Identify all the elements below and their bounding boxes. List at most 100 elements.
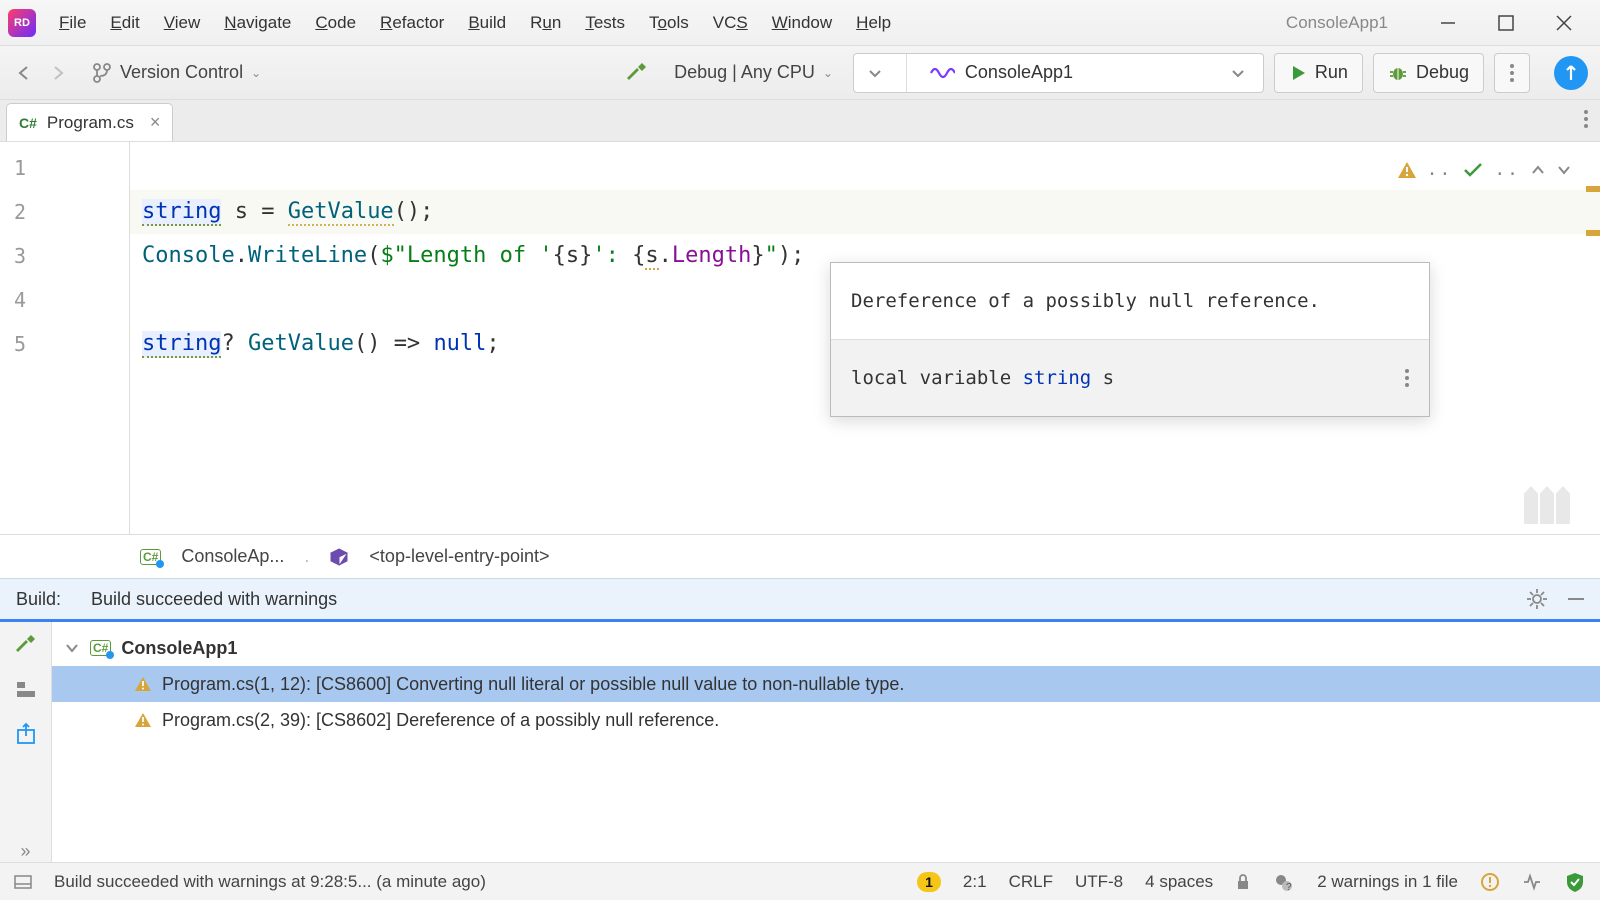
layout-icon[interactable] xyxy=(14,678,38,702)
notification-badge[interactable]: 1 xyxy=(917,872,941,892)
menu-refactor[interactable]: Refactor xyxy=(369,9,455,37)
chevron-down-icon: ⌄ xyxy=(823,66,833,80)
config-label: Debug | Any CPU xyxy=(674,62,815,83)
line-ending[interactable]: CRLF xyxy=(1009,872,1053,892)
run-config-chevron[interactable] xyxy=(854,54,896,92)
debug-button[interactable]: Debug xyxy=(1373,53,1484,93)
gear-icon[interactable] xyxy=(1526,588,1548,610)
more-actions-button[interactable] xyxy=(1494,53,1530,93)
pulse-icon[interactable] xyxy=(1522,872,1542,892)
chevron-down-icon[interactable] xyxy=(1556,162,1572,178)
inspect-icon[interactable]: ? xyxy=(1273,872,1295,892)
vcs-label: Version Control xyxy=(120,62,243,83)
menu-code[interactable]: Code xyxy=(304,9,367,37)
chevron-down-icon[interactable] xyxy=(1217,54,1259,92)
tab-program-cs[interactable]: C# Program.cs × xyxy=(6,103,173,141)
chevron-down-icon: ⌄ xyxy=(251,66,261,80)
file-encoding[interactable]: UTF-8 xyxy=(1075,872,1123,892)
pencils-icon[interactable] xyxy=(1524,486,1570,524)
build-button[interactable] xyxy=(624,60,650,86)
run-button[interactable]: Run xyxy=(1274,53,1363,93)
status-message: Build succeeded with warnings at 9:28:5.… xyxy=(54,872,486,892)
lock-icon[interactable] xyxy=(1235,873,1251,891)
menu-vcs[interactable]: VCS xyxy=(702,9,759,37)
menu-window[interactable]: Window xyxy=(761,9,843,37)
cursor-position[interactable]: 2:1 xyxy=(963,872,987,892)
close-button[interactable] xyxy=(1536,0,1592,46)
line-number: 5 xyxy=(0,322,129,366)
line-number: 4 xyxy=(0,278,129,322)
crumb-entry[interactable]: <top-level-entry-point> xyxy=(369,546,549,567)
play-icon xyxy=(1289,64,1307,82)
editor: 1 2 3 4 5 string s = GetValue(); Console… xyxy=(0,142,1600,534)
ellipsis-icon: .. xyxy=(1427,148,1453,192)
csharp-project-icon: C# xyxy=(90,640,111,656)
build-message-row[interactable]: Program.cs(1, 12): [CS8600] Converting n… xyxy=(52,666,1600,702)
line-number: 1 xyxy=(0,146,129,190)
inspection-tooltip: Dereference of a possibly null reference… xyxy=(830,262,1430,417)
chevron-down-icon xyxy=(64,640,80,656)
expand-icon[interactable]: » xyxy=(20,841,30,862)
indent-setting[interactable]: 4 spaces xyxy=(1145,872,1213,892)
run-label: Run xyxy=(1315,62,1348,83)
build-message-row[interactable]: Program.cs(2, 39): [CS8602] Dereference … xyxy=(52,702,1600,738)
build-sidebar: » xyxy=(0,622,52,862)
tooltip-kind: local variable xyxy=(851,367,1023,389)
nav-forward-button[interactable] xyxy=(46,61,70,85)
csharp-file-icon: C# xyxy=(140,549,161,565)
menu-help[interactable]: Help xyxy=(845,9,902,37)
code-area[interactable]: string s = GetValue(); Console.WriteLine… xyxy=(130,142,1600,534)
debug-label: Debug xyxy=(1416,62,1469,83)
window-title: ConsoleApp1 xyxy=(1286,13,1388,33)
csharp-icon: C# xyxy=(19,115,37,131)
tab-label: Program.cs xyxy=(47,113,134,133)
build-status: Build succeeded with warnings xyxy=(91,589,337,610)
minimize-button[interactable] xyxy=(1420,0,1476,46)
bug-icon xyxy=(1388,63,1408,83)
breadcrumbs: C# ConsoleAp... . <top-level-entry-point… xyxy=(0,534,1600,578)
menu-build[interactable]: Build xyxy=(457,9,517,37)
menu-run[interactable]: Run xyxy=(519,9,572,37)
inspection-widget[interactable]: .. .. xyxy=(1397,148,1572,192)
status-bar: Build succeeded with warnings at 9:28:5.… xyxy=(0,862,1600,900)
build-panel-header: Build: Build succeeded with warnings xyxy=(0,578,1600,622)
sync-button[interactable] xyxy=(1554,56,1588,90)
run-target-dropdown[interactable]: ConsoleApp1 xyxy=(853,53,1264,93)
crumb-project[interactable]: ConsoleAp... xyxy=(181,546,284,567)
build-panel: » C# ConsoleApp1 Program.cs(1, 12): [CS8… xyxy=(0,622,1600,862)
tooltip-var: s xyxy=(1091,367,1114,389)
panel-icon[interactable] xyxy=(14,873,32,891)
nav-back-button[interactable] xyxy=(12,61,36,85)
minimize-panel-icon[interactable] xyxy=(1566,589,1586,609)
build-label: Build: xyxy=(16,589,61,610)
warning-circle-icon[interactable] xyxy=(1480,872,1500,892)
shield-icon[interactable] xyxy=(1564,871,1586,893)
inspection-summary[interactable]: 2 warnings in 1 file xyxy=(1317,872,1458,892)
menu-tests[interactable]: Tests xyxy=(574,9,636,37)
menu-edit[interactable]: Edit xyxy=(99,9,150,37)
hammer-icon[interactable] xyxy=(13,632,39,658)
chevron-up-icon[interactable] xyxy=(1530,162,1546,178)
project-label: ConsoleApp1 xyxy=(965,62,1073,83)
app-logo-icon xyxy=(8,9,36,37)
menu-tools[interactable]: Tools xyxy=(638,9,700,37)
close-tab-icon[interactable]: × xyxy=(150,112,161,133)
version-control-button[interactable]: Version Control ⌄ xyxy=(80,58,273,88)
menu-file[interactable]: File xyxy=(48,9,97,37)
build-message: Program.cs(1, 12): [CS8600] Converting n… xyxy=(162,674,904,695)
error-stripe[interactable] xyxy=(1576,142,1600,534)
build-message: Program.cs(2, 39): [CS8602] Dereference … xyxy=(162,710,719,731)
title-bar: File Edit View Navigate Code Refactor Bu… xyxy=(0,0,1600,46)
menu-navigate[interactable]: Navigate xyxy=(213,9,302,37)
build-project-row[interactable]: C# ConsoleApp1 xyxy=(52,630,1600,666)
export-icon[interactable] xyxy=(14,722,38,746)
warning-icon xyxy=(134,712,152,728)
maximize-button[interactable] xyxy=(1478,0,1534,46)
menu-view[interactable]: View xyxy=(153,9,212,37)
tooltip-message: Dereference of a possibly null reference… xyxy=(831,263,1429,340)
tabs-more-button[interactable] xyxy=(1584,110,1588,128)
config-dropdown[interactable]: Debug | Any CPU ⌄ xyxy=(664,58,843,87)
tooltip-more-button[interactable] xyxy=(1405,369,1409,387)
main-toolbar: Version Control ⌄ Debug | Any CPU ⌄ Cons… xyxy=(0,46,1600,100)
warning-icon xyxy=(1397,161,1417,179)
